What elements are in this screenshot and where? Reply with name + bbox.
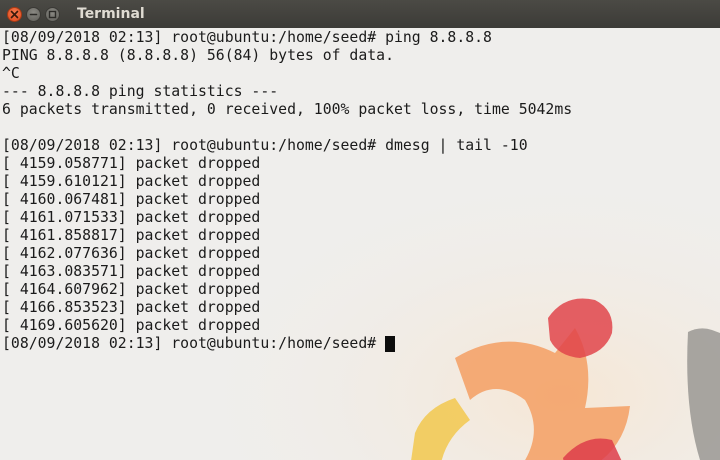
output-line: 6 packets transmitted, 0 received, 100% …	[2, 101, 573, 118]
output-line: --- 8.8.8.8 ping statistics ---	[2, 83, 279, 100]
output-line: PING 8.8.8.8 (8.8.8.8) 56(84) bytes of d…	[2, 47, 394, 64]
output-line: [08/09/2018 02:13] root@ubuntu:/home/see…	[2, 29, 492, 46]
output-line: [ 4169.605620] packet dropped	[2, 317, 261, 334]
terminal-window: Terminal [08/09/2018 02:13] root@ubuntu:	[0, 0, 720, 460]
terminal-area[interactable]: [08/09/2018 02:13] root@ubuntu:/home/see…	[0, 28, 720, 460]
output-line: [ 4161.858817] packet dropped	[2, 227, 261, 244]
close-button[interactable]	[7, 6, 22, 22]
minimize-icon	[29, 13, 38, 15]
output-line: [ 4163.083571] packet dropped	[2, 263, 261, 280]
output-line: [08/09/2018 02:13] root@ubuntu:/home/see…	[2, 137, 528, 154]
output-line: [ 4162.077636] packet dropped	[2, 245, 261, 262]
maximize-icon	[48, 10, 57, 18]
output-line: [ 4164.607962] packet dropped	[2, 281, 261, 298]
output-line	[2, 119, 572, 137]
output-line: [ 4160.067481] packet dropped	[2, 191, 261, 208]
maximize-button[interactable]	[45, 6, 60, 22]
terminal-output: [08/09/2018 02:13] root@ubuntu:/home/see…	[2, 29, 572, 353]
close-icon	[10, 10, 19, 18]
minimize-button[interactable]	[26, 6, 41, 22]
output-line: ^C	[2, 65, 20, 82]
text-cursor	[385, 336, 396, 352]
output-line: [ 4159.058771] packet dropped	[2, 155, 261, 172]
command-prompt-line[interactable]: [08/09/2018 02:13] root@ubuntu:/home/see…	[2, 335, 572, 353]
output-line: [ 4161.071533] packet dropped	[2, 209, 261, 226]
title-bar[interactable]: Terminal	[0, 0, 720, 28]
output-line: [ 4166.853523] packet dropped	[2, 299, 261, 316]
window-title: Terminal	[77, 6, 145, 22]
shell-prompt: [08/09/2018 02:13] root@ubuntu:/home/see…	[2, 335, 377, 352]
output-line: [ 4159.610121] packet dropped	[2, 173, 261, 190]
